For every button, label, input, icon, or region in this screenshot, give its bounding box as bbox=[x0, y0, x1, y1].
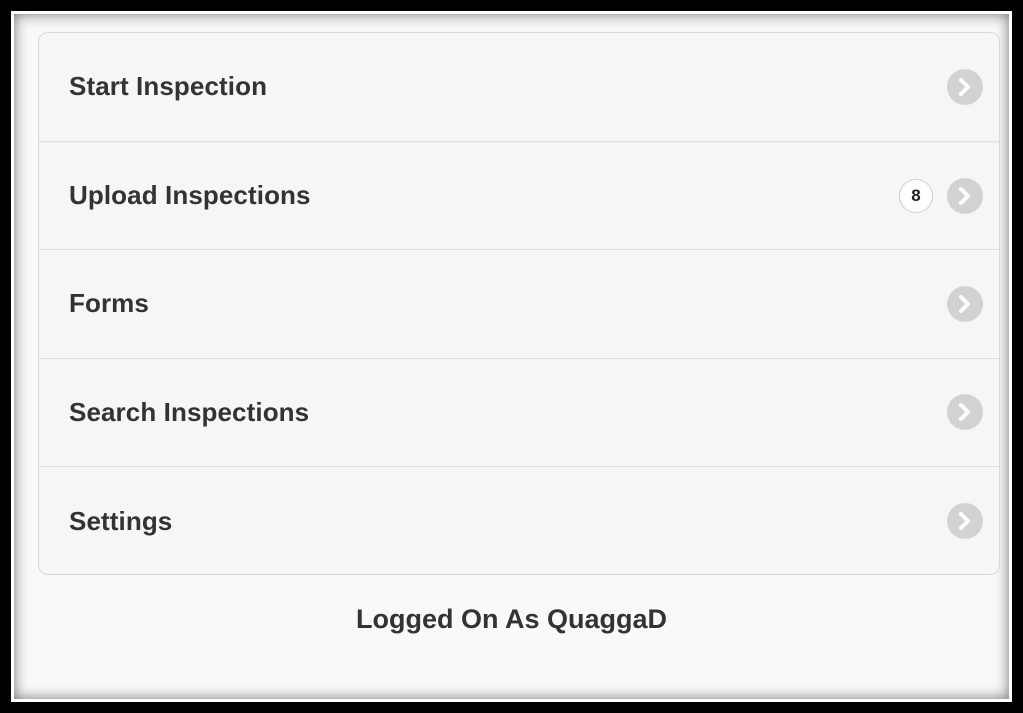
logged-on-status: Logged On As QuaggaD bbox=[355, 604, 667, 634]
chevron-right-icon bbox=[947, 285, 983, 322]
upload-count-badge: 8 bbox=[899, 178, 933, 213]
menu-item-label: Search Inspections bbox=[69, 396, 310, 427]
menu-item-start-inspection[interactable]: Start Inspection bbox=[39, 33, 999, 142]
menu-item-forms[interactable]: Forms bbox=[39, 250, 999, 359]
menu-item-settings[interactable]: Settings bbox=[39, 467, 999, 574]
chevron-right-icon bbox=[947, 68, 983, 105]
menu-item-label: Upload Inspections bbox=[69, 180, 311, 211]
menu-item-label: Settings bbox=[69, 505, 173, 536]
chevron-right-icon bbox=[947, 394, 983, 431]
main-menu-list: Start Inspection Upload Inspections 8 Fo… bbox=[38, 32, 1000, 575]
menu-item-search-inspections[interactable]: Search Inspections bbox=[39, 359, 999, 467]
menu-item-upload-inspections[interactable]: Upload Inspections 8 bbox=[39, 141, 999, 250]
menu-item-label: Start Inspection bbox=[69, 71, 268, 102]
chevron-right-icon bbox=[947, 503, 983, 540]
menu-item-label: Forms bbox=[69, 288, 149, 319]
app-screen: Start Inspection Upload Inspections 8 Fo… bbox=[14, 14, 1009, 699]
chevron-right-icon bbox=[947, 177, 983, 214]
